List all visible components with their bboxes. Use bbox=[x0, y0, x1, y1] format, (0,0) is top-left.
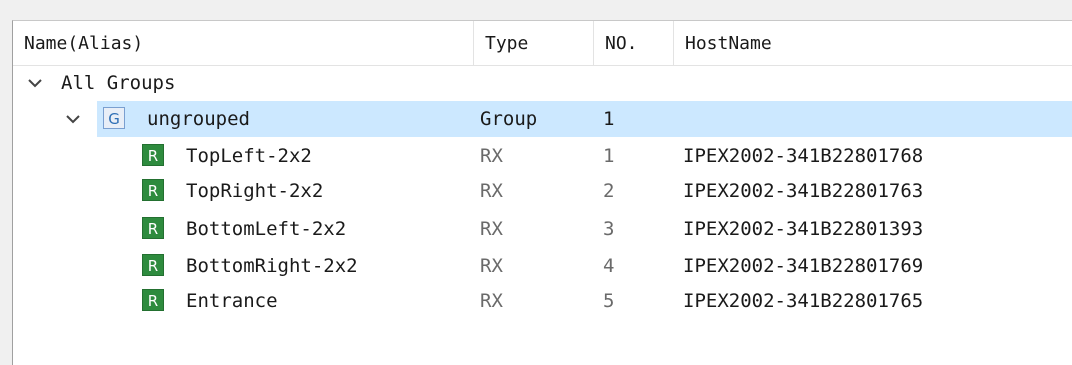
device-name: BottomLeft-2x2 bbox=[186, 218, 347, 240]
tree-root-label: All Groups bbox=[61, 72, 176, 94]
device-hostname: IPEX2002-341B22801769 bbox=[683, 255, 924, 277]
column-header-hostname[interactable]: HostName bbox=[673, 21, 1072, 65]
rx-badge-icon: R bbox=[142, 217, 164, 239]
rx-badge-icon: R bbox=[142, 144, 164, 166]
device-type: RX bbox=[480, 145, 503, 167]
device-name: TopLeft-2x2 bbox=[186, 145, 312, 167]
tree-row-device[interactable]: R BottomLeft-2x2 RX 3 IPEX2002-341B22801… bbox=[13, 211, 1072, 247]
device-type: RX bbox=[480, 180, 503, 202]
device-hostname: IPEX2002-341B22801763 bbox=[683, 180, 924, 202]
device-name: TopRight-2x2 bbox=[186, 180, 324, 202]
device-no: 3 bbox=[603, 218, 615, 240]
column-header-no[interactable]: NO. bbox=[593, 21, 673, 65]
device-no: 5 bbox=[603, 290, 615, 312]
group-type: Group bbox=[480, 108, 538, 130]
device-no: 1 bbox=[603, 145, 615, 167]
tree-row-device[interactable]: R BottomRight-2x2 RX 4 IPEX2002-341B2280… bbox=[13, 248, 1072, 284]
group-no: 1 bbox=[603, 108, 615, 130]
device-tree-panel: Name(Alias) Type NO. HostName All Groups… bbox=[12, 20, 1072, 365]
rx-badge-icon: R bbox=[142, 289, 164, 311]
tree-row-device[interactable]: R TopLeft-2x2 RX 1 IPEX2002-341B22801768 bbox=[13, 138, 1072, 174]
device-hostname: IPEX2002-341B22801765 bbox=[683, 290, 924, 312]
chevron-down-icon[interactable] bbox=[25, 73, 45, 93]
column-header: Name(Alias) Type NO. HostName bbox=[13, 21, 1072, 66]
chevron-down-icon[interactable] bbox=[63, 109, 83, 129]
column-header-type[interactable]: Type bbox=[473, 21, 593, 65]
tree-row-device[interactable]: R TopRight-2x2 RX 2 IPEX2002-341B2280176… bbox=[13, 173, 1072, 209]
group-name: ungrouped bbox=[147, 108, 250, 130]
device-type: RX bbox=[480, 255, 503, 277]
device-hostname: IPEX2002-341B22801393 bbox=[683, 218, 924, 240]
device-type: RX bbox=[480, 290, 503, 312]
device-name: BottomRight-2x2 bbox=[186, 255, 358, 277]
tree-row-device[interactable]: R Entrance RX 5 IPEX2002-341B22801765 bbox=[13, 283, 1072, 319]
rx-badge-icon: R bbox=[142, 179, 164, 201]
tree-row-all-groups[interactable]: All Groups bbox=[13, 65, 1072, 101]
rx-badge-icon: R bbox=[142, 254, 164, 276]
device-no: 4 bbox=[603, 255, 615, 277]
device-hostname: IPEX2002-341B22801768 bbox=[683, 145, 924, 167]
device-name: Entrance bbox=[186, 290, 278, 312]
tree-row-group-content[interactable]: ungrouped Group 1 bbox=[13, 101, 1072, 137]
device-type: RX bbox=[480, 218, 503, 240]
column-header-name[interactable]: Name(Alias) bbox=[13, 21, 473, 65]
device-no: 2 bbox=[603, 180, 615, 202]
